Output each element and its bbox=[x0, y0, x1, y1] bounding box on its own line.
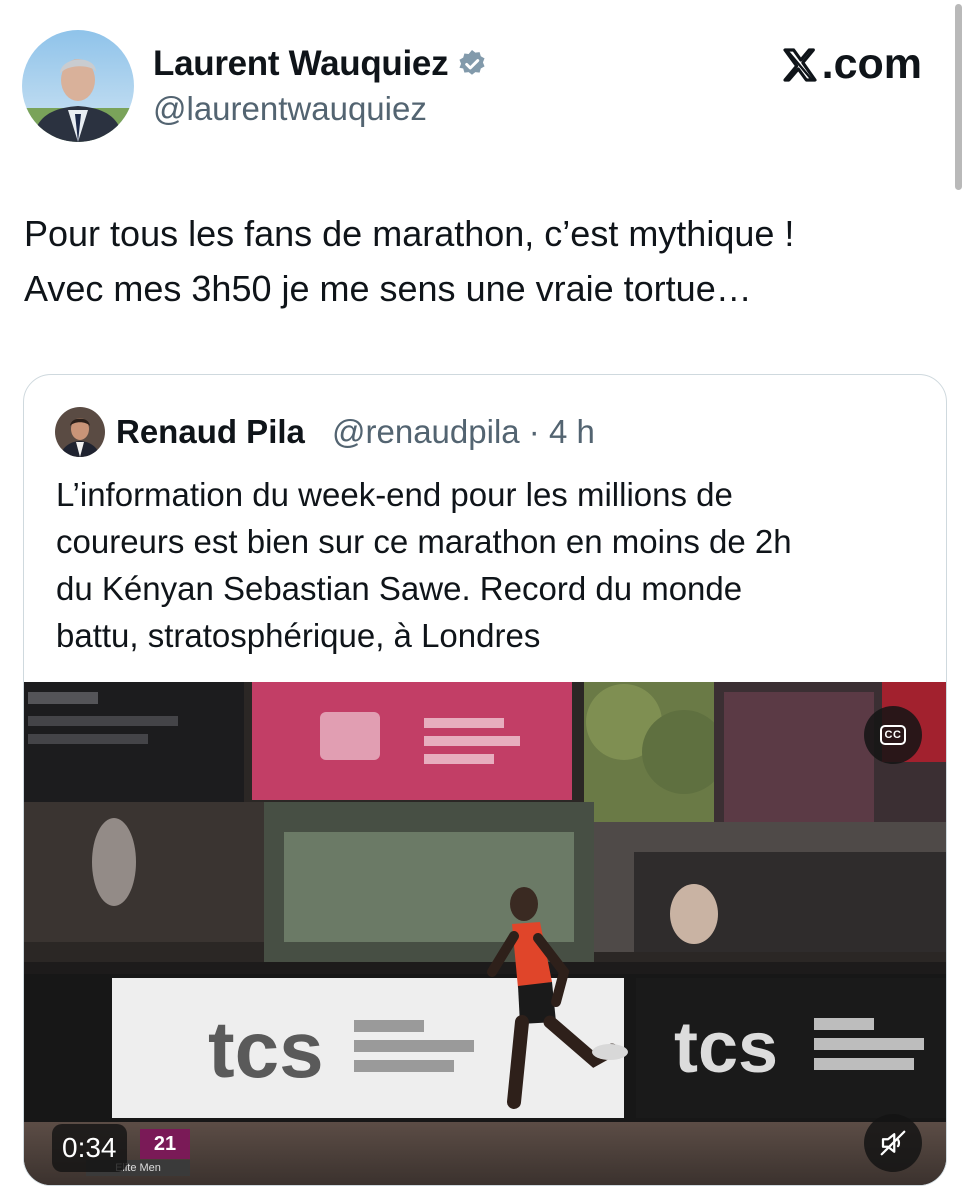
quoted-text-line: battu, stratosphérique, à Londres bbox=[56, 617, 541, 654]
closed-captions-button[interactable]: CC bbox=[864, 706, 922, 764]
mute-toggle-button[interactable] bbox=[864, 1114, 922, 1172]
tweet-text-line: Avec mes 3h50 je me sens une vraie tortu… bbox=[24, 268, 752, 309]
quoted-tweet-text: L’information du week-end pour les milli… bbox=[56, 471, 936, 659]
quoted-author-avatar[interactable] bbox=[55, 407, 105, 457]
svg-text:tcs: tcs bbox=[674, 1008, 778, 1088]
tweet-text: Pour tous les fans de marathon, c’est my… bbox=[24, 206, 954, 316]
closed-captions-icon: CC bbox=[880, 725, 906, 745]
tweet-text-line: Pour tous les fans de marathon, c’est my… bbox=[24, 213, 795, 254]
quoted-author-name[interactable]: Renaud Pila bbox=[116, 413, 305, 451]
svg-text:tcs: tcs bbox=[208, 1005, 324, 1094]
author-name-text[interactable]: Laurent Wauquiez bbox=[153, 44, 449, 84]
source-label: .com bbox=[780, 40, 922, 89]
muted-speaker-icon bbox=[880, 1130, 906, 1156]
author-name[interactable]: Laurent Wauquiez bbox=[153, 44, 488, 84]
video-elapsed-time: 0:34 bbox=[52, 1124, 127, 1172]
video-player[interactable]: tcs tcs CC 21 Elite Men 0:34 bbox=[24, 682, 946, 1185]
video-frame: tcs tcs bbox=[24, 682, 946, 1185]
author-handle[interactable]: @laurentwauquiez bbox=[153, 90, 427, 128]
scrollbar[interactable] bbox=[955, 4, 962, 190]
tweet-header: Laurent Wauquiez @laurentwauquiez .com bbox=[22, 30, 952, 144]
x-logo-icon bbox=[783, 47, 817, 82]
race-clock-overlay: 21 bbox=[140, 1129, 190, 1159]
quoted-text-line: du Kényan Sebastian Sawe. Record du mond… bbox=[56, 570, 743, 607]
verified-badge-icon bbox=[456, 48, 488, 80]
quoted-text-line: coureurs est bien sur ce marathon en moi… bbox=[56, 523, 792, 560]
author-avatar[interactable] bbox=[22, 30, 134, 142]
source-label-text: .com bbox=[821, 40, 922, 88]
quoted-author-handle-time[interactable]: @renaudpila · 4 h bbox=[332, 413, 595, 451]
quoted-tweet[interactable]: Renaud Pila @renaudpila · 4 h L’informat… bbox=[23, 374, 947, 1186]
quoted-text-line: L’information du week-end pour les milli… bbox=[56, 476, 733, 513]
